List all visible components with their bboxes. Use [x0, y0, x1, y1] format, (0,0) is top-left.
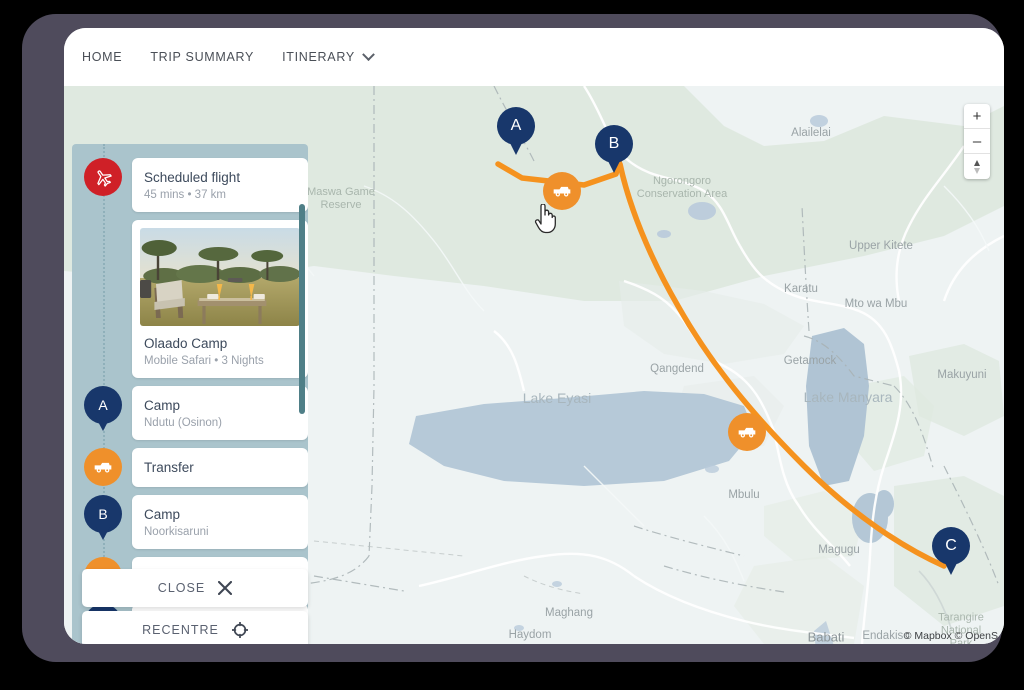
- map-zoom-controls: + –: [964, 104, 990, 179]
- pin-tail: [95, 525, 111, 540]
- plus-icon: +: [972, 107, 982, 125]
- pin-body: A: [497, 107, 535, 145]
- safari-camp-photo: [140, 228, 300, 326]
- badge-circle: [84, 448, 122, 486]
- map-transfer-marker-2[interactable]: [728, 413, 766, 451]
- badge-letter: A: [98, 397, 108, 413]
- card-title: Transfer: [144, 460, 194, 475]
- nav-item-itinerary[interactable]: ITINERARY: [282, 47, 375, 64]
- card-subtitle: Noorkisaruni: [144, 526, 209, 538]
- vehicle-icon: [738, 427, 756, 438]
- card-subtitle: Ndutu (Osinon): [144, 417, 222, 429]
- badge-letter: B: [98, 506, 108, 522]
- close-button-label: CLOSE: [157, 581, 206, 595]
- top-navigation-bar: HOME TRIP SUMMARY ITINERARY: [64, 28, 1004, 86]
- map-canvas[interactable]: Alailelai Maswa Game Reserve Ngorongoro Co…: [64, 86, 1004, 644]
- recentre-button-label: RECENTRE: [142, 623, 219, 637]
- map-marker-a-label: A: [510, 117, 522, 134]
- photo-caption: Olaado Camp Mobile Safari • 3 Nights: [140, 335, 300, 367]
- compass-button[interactable]: [964, 154, 990, 179]
- compass-icon: [974, 159, 980, 174]
- nav-item-home-label: HOME: [82, 50, 123, 64]
- nav-item-home[interactable]: HOME: [82, 50, 122, 64]
- chevron-down-icon: [361, 47, 375, 61]
- map-marker-b-label: B: [608, 135, 620, 152]
- card-subtitle: Mobile Safari • 3 Nights: [144, 355, 264, 367]
- map-attribution[interactable]: © Mapbox © OpenS: [904, 630, 998, 642]
- itinerary-card-olaado-camp[interactable]: Olaado Camp Mobile Safari • 3 Nights: [132, 220, 308, 378]
- map-marker-c-label: C: [945, 537, 957, 554]
- panel-scrollbar[interactable]: [299, 204, 305, 414]
- zoom-in-button[interactable]: +: [964, 104, 990, 129]
- card-title: Scheduled flight: [144, 170, 241, 185]
- map-marker-b[interactable]: B: [595, 125, 633, 175]
- itinerary-card-camp-a[interactable]: Camp Ndutu (Osinon): [132, 386, 308, 440]
- timeline-badge-transfer-1: [84, 448, 122, 486]
- timeline-badge-flight: [84, 158, 122, 196]
- zoom-out-button[interactable]: –: [964, 129, 990, 154]
- map-marker-c[interactable]: C: [932, 527, 970, 577]
- close-x-icon: [218, 581, 233, 595]
- itinerary-card-camp-b[interactable]: Camp Noorkisaruni: [132, 495, 308, 549]
- crosshair-icon: [231, 622, 248, 638]
- recentre-button[interactable]: RECENTRE: [82, 611, 308, 644]
- list-item[interactable]: Transfer: [72, 448, 308, 487]
- camp-photo: [140, 228, 300, 326]
- itinerary-card-flight[interactable]: Scheduled flight 45 mins • 37 km: [132, 158, 308, 212]
- card-title: Camp: [144, 507, 181, 522]
- pin-body: B: [595, 125, 633, 163]
- list-item[interactable]: Scheduled flight 45 mins • 37 km: [72, 158, 308, 212]
- card-title: Olaado Camp: [144, 336, 228, 351]
- minus-icon: –: [972, 132, 982, 150]
- pin-tail: [95, 416, 111, 431]
- itinerary-card-transfer-1[interactable]: Transfer: [132, 448, 308, 487]
- nav-item-itinerary-label: ITINERARY: [282, 50, 355, 64]
- pin-body: C: [932, 527, 970, 565]
- timeline-badge-b: B: [84, 495, 122, 540]
- map-marker-a[interactable]: A: [497, 107, 535, 157]
- card-title: Camp: [144, 398, 181, 413]
- device-screen: HOME TRIP SUMMARY ITINERARY Alailelai Ma…: [64, 28, 1004, 644]
- vehicle-icon: [553, 186, 571, 197]
- airplane-icon: [96, 169, 112, 187]
- nav-item-trip-summary-label: TRIP SUMMARY: [150, 50, 255, 64]
- nav-item-trip-summary[interactable]: TRIP SUMMARY: [150, 50, 254, 64]
- list-item[interactable]: A Camp Ndutu (Osinon): [72, 386, 308, 440]
- badge-circle: [84, 158, 122, 196]
- card-subtitle: 45 mins • 37 km: [144, 189, 226, 201]
- list-item[interactable]: Olaado Camp Mobile Safari • 3 Nights: [72, 220, 308, 378]
- device-frame: HOME TRIP SUMMARY ITINERARY Alailelai Ma…: [22, 14, 1004, 662]
- list-item[interactable]: B Camp Noorkisaruni: [72, 495, 308, 549]
- vehicle-icon: [94, 462, 112, 473]
- close-button[interactable]: CLOSE: [82, 569, 308, 607]
- timeline-badge-a: A: [84, 386, 122, 431]
- map-transfer-marker-1[interactable]: [543, 172, 581, 210]
